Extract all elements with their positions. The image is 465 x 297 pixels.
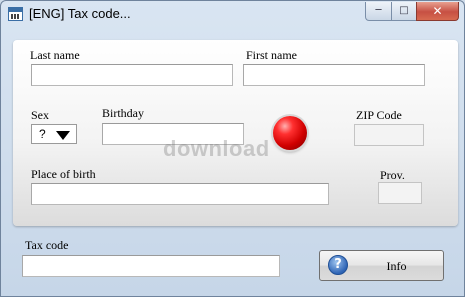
close-button[interactable]: ✕: [416, 2, 459, 21]
birthday-label: Birthday: [102, 106, 144, 120]
prov-input[interactable]: [379, 183, 421, 203]
zip-code-label: ZIP Code: [356, 108, 402, 122]
prov-field[interactable]: [378, 182, 422, 204]
first-name-input[interactable]: [244, 65, 424, 85]
place-of-birth-label: Place of birth: [31, 167, 96, 181]
maximize-button[interactable]: □: [391, 2, 417, 21]
place-of-birth-input[interactable]: [32, 184, 328, 204]
main-window: [ENG] Tax code... ─ □ ✕ Last name First …: [0, 0, 465, 297]
zip-code-input[interactable]: [355, 125, 423, 145]
form-panel: Last name First name Sex ? Birthday down…: [13, 40, 458, 226]
sex-value: ?: [39, 127, 46, 141]
prov-label: Prov.: [380, 168, 405, 182]
zip-code-field[interactable]: [354, 124, 424, 146]
app-calculator-icon: [8, 7, 23, 21]
info-button[interactable]: ? Info: [319, 250, 444, 281]
last-name-input[interactable]: [32, 65, 232, 85]
tax-code-field[interactable]: [22, 255, 280, 277]
tax-code-label: Tax code: [25, 238, 69, 252]
first-name-field[interactable]: [243, 64, 425, 86]
sex-label: Sex: [31, 108, 49, 122]
status-light-icon: [273, 116, 307, 150]
sex-dropdown[interactable]: ?: [31, 124, 77, 144]
last-name-label: Last name: [30, 48, 80, 62]
tax-code-input[interactable]: [23, 256, 279, 276]
window-title: [ENG] Tax code...: [29, 6, 131, 21]
first-name-label: First name: [246, 48, 297, 62]
info-button-label: Info: [386, 259, 407, 273]
last-name-field[interactable]: [31, 64, 233, 86]
minimize-button[interactable]: ─: [365, 2, 392, 21]
dropdown-arrow-icon[interactable]: [56, 131, 70, 140]
place-of-birth-field[interactable]: [31, 183, 329, 205]
title-bar[interactable]: [ENG] Tax code... ─ □ ✕: [1, 1, 464, 29]
watermark: download: [163, 136, 270, 161]
